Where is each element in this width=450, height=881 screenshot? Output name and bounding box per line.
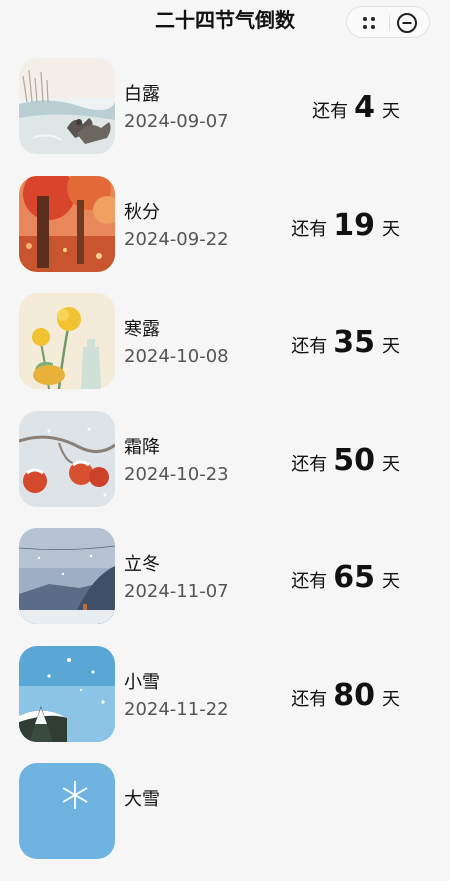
term-name: 秋分 (124, 201, 160, 223)
list-item[interactable]: 寒露 2024-10-08 还有 35 天 (0, 293, 450, 411)
countdown-days: 50 (333, 442, 375, 478)
countdown-suffix: 天 (382, 101, 400, 122)
countdown-prefix: 还有 (291, 453, 328, 475)
list-item[interactable]: 小雪 2024-11-22 还有 80 天 (0, 645, 450, 764)
countdown-prefix: 还有 (291, 336, 328, 357)
countdown-suffix: 天 (382, 218, 400, 240)
countdown: 还有 50 天 (291, 443, 400, 479)
mini-program-capsule (346, 6, 430, 38)
header-bar: 二十四节气倒数 (0, 0, 450, 40)
countdown-suffix: 天 (382, 688, 400, 710)
countdown-days: 35 (333, 325, 375, 360)
capsule-divider (389, 15, 390, 31)
countdown-days: 80 (333, 677, 375, 713)
term-date: 2024-11-22 (124, 698, 229, 720)
countdown-suffix: 天 (382, 336, 400, 357)
countdown: 还有 19 天 (291, 208, 400, 244)
close-circle-icon (397, 13, 417, 33)
countdown-days: 4 (354, 90, 375, 125)
term-name: 小雪 (124, 671, 160, 693)
term-date: 2024-10-08 (124, 346, 229, 367)
term-date: 2024-09-22 (124, 228, 229, 250)
term-date: 2024-11-07 (124, 581, 229, 602)
countdown: 还有 35 天 (291, 325, 400, 361)
term-date: 2024-10-23 (124, 463, 229, 485)
countdown-prefix: 还有 (291, 688, 328, 710)
list-item[interactable]: 立冬 2024-11-07 还有 65 天 (0, 528, 450, 646)
more-button[interactable] (353, 10, 385, 36)
countdown: 还有 65 天 (291, 560, 400, 596)
countdown-prefix: 还有 (312, 101, 349, 122)
term-name: 白露 (124, 84, 160, 105)
term-image (19, 763, 115, 859)
countdown-prefix: 还有 (291, 218, 328, 240)
list-item[interactable]: 霜降 2024-10-23 还有 50 天 (0, 410, 450, 529)
term-date: 2024-09-07 (124, 111, 229, 132)
term-image (19, 293, 115, 389)
term-name: 大雪 (124, 789, 160, 810)
list-item[interactable]: 秋分 2024-09-22 还有 19 天 (0, 175, 450, 294)
list-item[interactable]: 大雪 (0, 763, 450, 881)
term-name: 霜降 (124, 436, 160, 458)
countdown-days: 65 (333, 560, 375, 595)
countdown: 还有 80 天 (291, 678, 400, 714)
list-item[interactable]: 白露 2024-09-07 还有 4 天 (0, 58, 450, 176)
close-button[interactable] (395, 11, 419, 35)
countdown-days: 19 (333, 207, 375, 243)
term-image (19, 645, 115, 742)
term-image (19, 58, 115, 154)
term-name: 立冬 (124, 554, 160, 575)
countdown: 还有 4 天 (312, 90, 400, 126)
term-name: 寒露 (124, 319, 160, 340)
term-image (19, 528, 115, 624)
countdown-suffix: 天 (382, 571, 400, 592)
term-image (19, 175, 115, 272)
countdown-prefix: 还有 (291, 571, 328, 592)
solar-term-list: 白露 2024-09-07 还有 4 天 秋分 2024-09-22 还有 19… (0, 58, 450, 881)
countdown-suffix: 天 (382, 453, 400, 475)
term-image (19, 410, 115, 507)
